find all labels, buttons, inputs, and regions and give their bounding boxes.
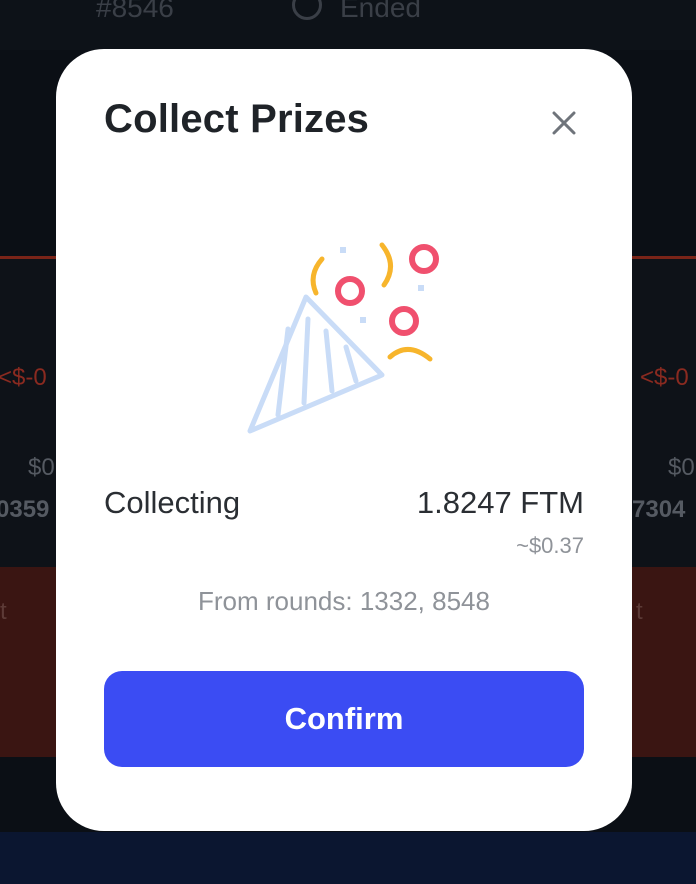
background-left-button: t <box>0 598 7 625</box>
background-status: Ended <box>340 0 421 23</box>
background-left-usd: $0 <box>28 454 55 481</box>
collecting-label: Collecting <box>104 485 241 520</box>
party-popper-icon <box>247 242 439 434</box>
background-left-value: 0359 <box>0 496 50 523</box>
close-button[interactable] <box>544 103 584 143</box>
collect-prizes-modal: Collect Prizes Collecting 1.8247 FTM ~$0… <box>56 49 632 831</box>
collecting-usd-value: ~$0.37 <box>516 533 584 558</box>
modal-title: Collect Prizes <box>104 97 370 141</box>
close-icon[interactable] <box>551 110 577 136</box>
background-right-value: 7304 <box>632 496 686 523</box>
background-right-button: t <box>636 598 643 625</box>
rounds-info: From rounds: 1332, 8548 <box>198 586 490 616</box>
background-left-price: <$-0 <box>0 364 47 391</box>
background-right-usd: $0 <box>668 454 695 481</box>
background-right-price: <$-0 <box>640 364 689 391</box>
background-round-id: #8546 <box>96 0 174 23</box>
confirm-button[interactable]: Confirm <box>104 671 584 767</box>
collecting-amount: 1.8247 FTM <box>416 485 584 520</box>
background-footer <box>0 832 696 884</box>
